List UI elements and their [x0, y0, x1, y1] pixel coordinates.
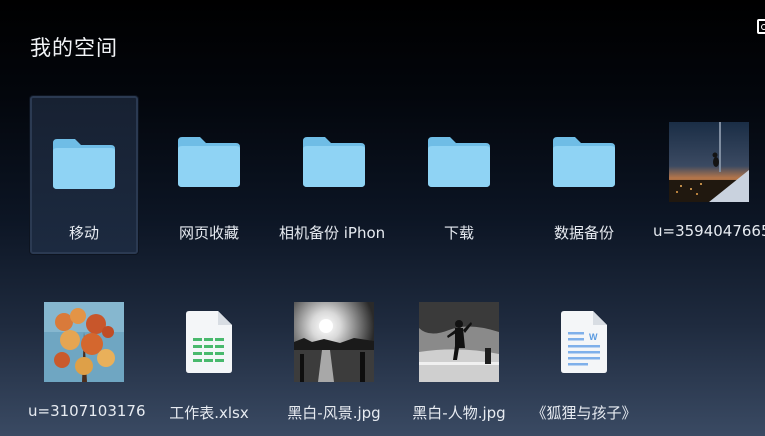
svg-text:W: W — [589, 332, 598, 342]
photo-thumbnail — [44, 302, 124, 382]
photo-tile-night-city[interactable]: u=3594047665 — [653, 96, 765, 254]
photo-thumbnail — [419, 302, 499, 382]
folder-tile-data-backup[interactable]: 数据备份 — [530, 96, 638, 254]
item-label: 黑白-人物.jpg — [412, 404, 506, 422]
folder-icon — [294, 122, 374, 202]
folder-tile-camera-backup[interactable]: 相机备份 iPhon — [279, 96, 388, 254]
item-label: 相机备份 iPhon — [279, 224, 386, 242]
item-label: u=3594047665 — [653, 222, 765, 240]
photo-thumbnail — [294, 302, 374, 382]
folder-tile-download[interactable]: 下载 — [405, 96, 513, 254]
item-label: 网页收藏 — [178, 224, 239, 242]
folder-tile-wangye[interactable]: 网页收藏 — [155, 96, 263, 254]
word-document-icon: W — [544, 302, 624, 382]
item-label: 移动 — [68, 224, 99, 242]
screenshot-icon[interactable] — [757, 19, 765, 34]
item-label: 《狐狸与孩子》 — [531, 404, 637, 422]
page-title: 我的空间 — [30, 36, 118, 60]
folder-icon — [169, 122, 249, 202]
item-label: 黑白-风景.jpg — [287, 404, 381, 422]
item-label: 工作表.xlsx — [169, 404, 249, 422]
file-tile-word-doc[interactable]: W 《狐狸与孩子》 — [530, 276, 638, 434]
photo-tile-bw-landscape[interactable]: 黑白-风景.jpg — [280, 276, 388, 434]
photo-tile-bw-portrait[interactable]: 黑白-人物.jpg — [405, 276, 513, 434]
folder-icon — [44, 124, 124, 204]
item-label: 下载 — [443, 224, 474, 242]
folder-tile-yidong[interactable]: 移动 — [30, 96, 138, 254]
folder-icon — [544, 122, 624, 202]
item-label: 数据备份 — [553, 224, 614, 242]
photo-thumbnail — [669, 122, 749, 202]
photo-tile-autumn-leaves[interactable]: u=3107103176 — [28, 276, 146, 434]
spreadsheet-file-icon — [169, 302, 249, 382]
file-tile-spreadsheet[interactable]: 工作表.xlsx — [155, 276, 263, 434]
folder-icon — [419, 122, 499, 202]
